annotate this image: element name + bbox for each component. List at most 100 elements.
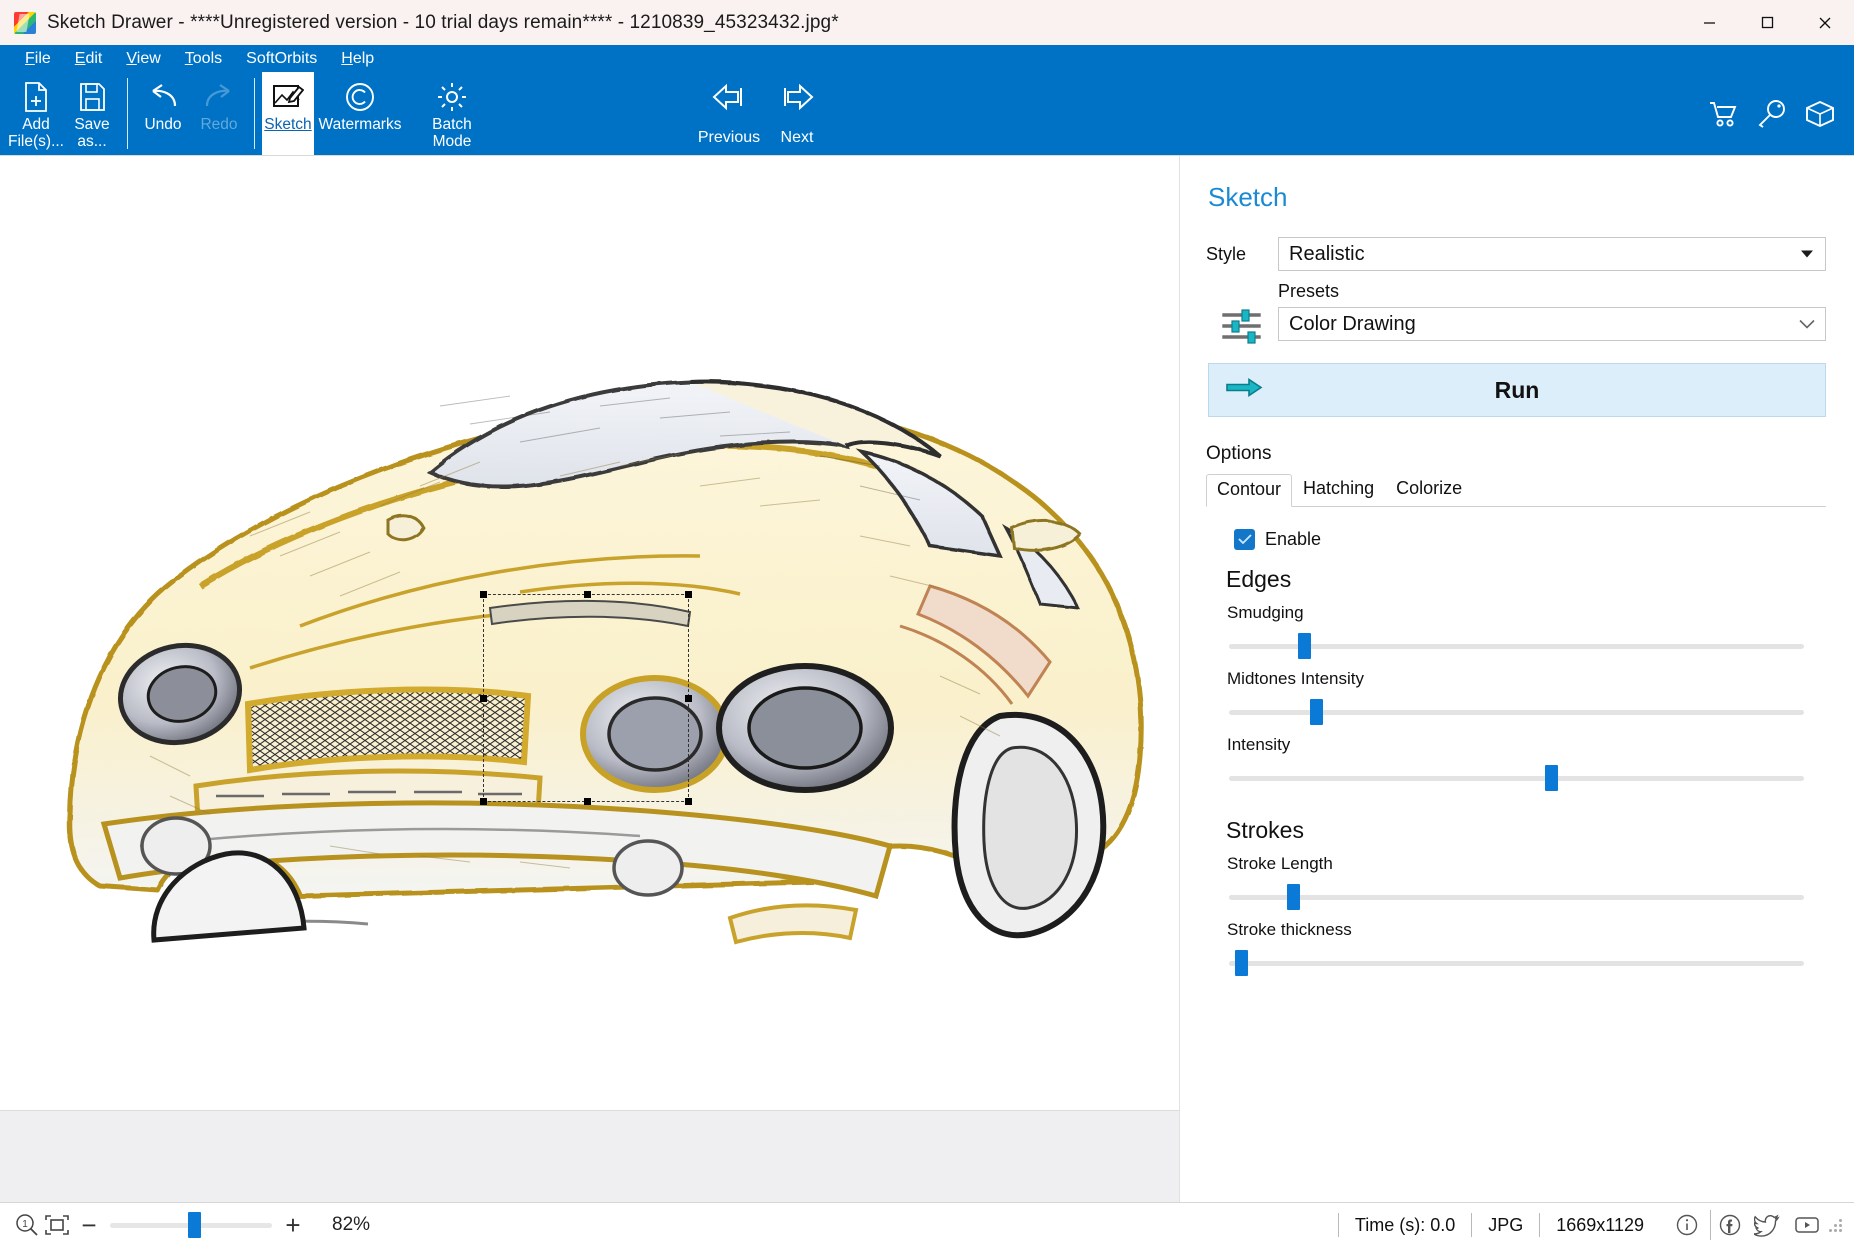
batch-mode-button[interactable]: BatchMode <box>406 72 498 155</box>
stroke-thickness-slider-track[interactable] <box>1229 961 1804 966</box>
save-as-button[interactable]: Saveas... <box>64 72 120 155</box>
sketch-icon <box>272 79 304 115</box>
menu-softorbits[interactable]: SoftOrbits <box>234 45 329 72</box>
panel-title: Sketch <box>1208 182 1826 213</box>
title-bar: Sketch Drawer - ****Unregistered version… <box>0 0 1854 45</box>
save-as-label: Saveas... <box>74 116 109 150</box>
smudging-slider[interactable] <box>1229 633 1804 659</box>
presets-dropdown[interactable]: Color Drawing <box>1278 307 1826 341</box>
redo-icon <box>201 79 237 115</box>
facebook-icon[interactable] <box>1710 1210 1744 1240</box>
style-label: Style <box>1206 244 1278 265</box>
toolbar-right-icons <box>1708 72 1836 155</box>
presets-right: Presets Color Drawing <box>1278 281 1826 341</box>
tab-colorize[interactable]: Colorize <box>1385 473 1473 506</box>
zoom-percent-label: 82% <box>332 1214 370 1236</box>
smudging-slider-track[interactable] <box>1229 644 1804 649</box>
minimize-button[interactable] <box>1680 0 1738 45</box>
save-icon <box>77 79 107 115</box>
stroke-thickness-slider-thumb[interactable] <box>1235 950 1248 976</box>
redo-button: Redo <box>191 72 247 155</box>
selection-handle-tr[interactable] <box>685 591 692 598</box>
run-arrow-icon <box>1225 376 1263 405</box>
previous-button[interactable]: Previous <box>698 82 760 147</box>
next-label: Next <box>781 129 814 147</box>
key-icon[interactable] <box>1756 98 1788 130</box>
selection-handle-mr[interactable] <box>685 695 692 702</box>
run-button[interactable]: Run <box>1208 363 1826 417</box>
zoom-in-button[interactable]: + <box>276 1210 310 1240</box>
intensity-slider[interactable] <box>1229 765 1804 791</box>
stroke-thickness-slider[interactable] <box>1229 950 1804 976</box>
add-files-button[interactable]: AddFile(s)... <box>8 72 64 155</box>
selection-rectangle[interactable] <box>483 594 689 802</box>
menu-view-rest: iew <box>137 50 161 67</box>
menu-edit[interactable]: Edit <box>63 45 115 72</box>
selection-handle-bc[interactable] <box>584 798 591 805</box>
close-button[interactable] <box>1796 0 1854 45</box>
zoom-out-button[interactable]: − <box>72 1210 106 1240</box>
youtube-icon[interactable] <box>1790 1210 1824 1240</box>
selection-handle-ml[interactable] <box>480 695 487 702</box>
navigation-group: Previous Next <box>698 72 828 155</box>
undo-button[interactable]: Undo <box>135 72 191 155</box>
twitter-icon[interactable] <box>1750 1210 1784 1240</box>
stroke-length-slider[interactable] <box>1229 884 1804 910</box>
status-bar-right: Time (s): 0.0 JPG 1669x1129 <box>1338 1203 1842 1246</box>
undo-label: Undo <box>144 116 181 133</box>
maximize-button[interactable] <box>1738 0 1796 45</box>
cart-icon[interactable] <box>1708 98 1740 130</box>
previous-label: Previous <box>698 129 760 147</box>
style-dropdown[interactable]: Realistic <box>1278 237 1826 271</box>
redo-label: Redo <box>200 116 237 133</box>
watermarks-button[interactable]: Watermarks <box>314 72 406 155</box>
menu-tools[interactable]: Tools <box>173 45 234 72</box>
image-canvas-area[interactable] <box>0 156 1180 1202</box>
intensity-slider-thumb[interactable] <box>1545 765 1558 791</box>
sketch-preview-image[interactable] <box>0 156 1179 1110</box>
options-tabs: Contour Hatching Colorize <box>1206 475 1826 507</box>
next-button[interactable]: Next <box>766 82 828 147</box>
window-controls <box>1680 0 1854 45</box>
menu-file-rest: ile <box>35 50 51 67</box>
dimensions-status: 1669x1129 <box>1539 1213 1660 1237</box>
intensity-slider-track[interactable] <box>1229 776 1804 781</box>
midtones-intensity-label: Midtones Intensity <box>1227 669 1826 689</box>
stroke-thickness-label: Stroke thickness <box>1227 920 1826 940</box>
zoom-one-to-one-icon[interactable]: 1 <box>12 1210 42 1240</box>
selection-handle-tc[interactable] <box>584 591 591 598</box>
menu-help-rest: elp <box>353 50 374 67</box>
next-arrow-icon <box>777 82 817 117</box>
resize-grip[interactable] <box>1828 1218 1842 1232</box>
info-icon[interactable] <box>1670 1210 1704 1240</box>
menu-file[interactable]: File <box>13 45 63 72</box>
selection-handle-bl[interactable] <box>480 798 487 805</box>
previous-arrow-icon <box>709 82 749 117</box>
menu-view[interactable]: View <box>114 45 172 72</box>
batch-mode-label: BatchMode <box>432 116 472 150</box>
enable-checkbox[interactable] <box>1234 529 1255 550</box>
stroke-length-slider-thumb[interactable] <box>1287 884 1300 910</box>
sketch-button[interactable]: Sketch <box>262 72 314 155</box>
stroke-length-label: Stroke Length <box>1227 854 1826 874</box>
main-body: Sketch Style Realistic <box>0 155 1854 1202</box>
menu-help[interactable]: Help <box>329 45 386 72</box>
midtones-intensity-slider-thumb[interactable] <box>1310 699 1323 725</box>
gear-icon <box>436 79 468 115</box>
smudging-slider-thumb[interactable] <box>1298 633 1311 659</box>
box-icon[interactable] <box>1804 98 1836 130</box>
selection-handle-br[interactable] <box>685 798 692 805</box>
tab-contour[interactable]: Contour <box>1206 474 1292 507</box>
title-bar-left: Sketch Drawer - ****Unregistered version… <box>0 12 839 34</box>
tab-hatching[interactable]: Hatching <box>1292 473 1385 506</box>
sketch-drawer-logo-icon <box>14 12 36 34</box>
stroke-length-slider-track[interactable] <box>1229 895 1804 900</box>
zoom-slider[interactable] <box>110 1212 272 1238</box>
selection-handle-tl[interactable] <box>480 591 487 598</box>
presets-block: Presets Color Drawing <box>1202 281 1826 345</box>
fit-to-window-icon[interactable] <box>42 1210 72 1240</box>
undo-icon <box>145 79 181 115</box>
zoom-slider-thumb[interactable] <box>188 1212 201 1238</box>
midtones-intensity-slider[interactable] <box>1229 699 1804 725</box>
status-bar: 1 − + 82% Time (s): 0.0 JPG 1669x1129 <box>0 1202 1854 1246</box>
